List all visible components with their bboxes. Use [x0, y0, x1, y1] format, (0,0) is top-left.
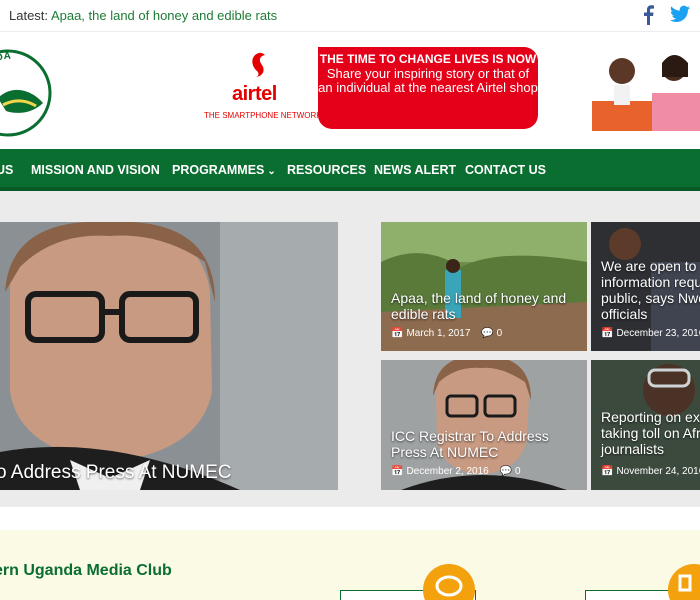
airtel-ad-brand: airtel THE SMARTPHONE NETWORK: [200, 47, 322, 129]
nav-item-contact-us[interactable]: CONTACT US: [465, 163, 546, 177]
featured-card-comments: 0: [496, 328, 503, 339]
featured-card[interactable]: Reporting on ex taking toll on Afr journ…: [591, 360, 700, 490]
featured-card[interactable]: ICC Registrar To Address Press At NUMEC …: [381, 360, 587, 490]
latest-ticker: Latest: Apaa, the land of honey and edib…: [9, 8, 277, 23]
featured-card-meta: 📅 December 23, 2016: [601, 328, 700, 339]
comment-icon: 💬: [481, 328, 494, 339]
featured-card-title[interactable]: Reporting on ex taking toll on Afr journ…: [601, 409, 700, 457]
featured-card-meta: 📅 March 1, 2017 💬 0: [391, 328, 502, 339]
featured-card-title[interactable]: We are open to information requ public, …: [601, 258, 700, 322]
latest-headline-link[interactable]: Apaa, the land of honey and edible rats: [51, 8, 277, 23]
main-nav: US MISSION AND VISION PROGRAMMES ⌄ RESOUR…: [0, 149, 700, 191]
featured-main-title[interactable]: o Address Press At NUMEC: [0, 462, 231, 484]
ad-body: Share your inspiring story or that of an…: [318, 66, 538, 95]
featured-card-title[interactable]: Apaa, the land of honey and edible rats: [391, 290, 581, 322]
featured-card[interactable]: Apaa, the land of honey and edible rats …: [381, 222, 587, 351]
nav-item-about-us[interactable]: US: [0, 163, 13, 177]
featured-card-title[interactable]: ICC Registrar To Address Press At NUMEC: [391, 428, 587, 460]
nav-item-programmes[interactable]: PROGRAMMES ⌄: [172, 163, 276, 177]
calendar-icon: 📅: [391, 328, 404, 339]
featured-card[interactable]: We are open to information requ public, …: [591, 222, 700, 351]
featured-card-date: December 2, 2016: [406, 466, 489, 477]
site-header: UGANDA airtel THE SMARTPHONE NETWORK THE…: [0, 33, 700, 149]
featured-card-meta: 📅 November 24, 2016: [601, 466, 700, 477]
svg-text:UGANDA: UGANDA: [0, 51, 11, 84]
chat-icon: [423, 564, 475, 600]
twitter-icon[interactable]: [670, 5, 690, 28]
club-title: ern Uganda Media Club: [0, 562, 172, 579]
nav-item-programmes-label: PROGRAMMES: [172, 163, 265, 177]
document-icon: [668, 564, 700, 600]
featured-posts: o Address Press At NUMEC Apaa, the land …: [0, 191, 700, 507]
nav-item-mission-and-vision[interactable]: MISSION AND VISION: [31, 163, 160, 177]
about-section: ern Uganda Media Club: [0, 530, 700, 600]
calendar-icon: 📅: [391, 466, 404, 477]
airtel-brand-text: airtel: [232, 83, 277, 105]
chevron-down-icon: ⌄: [267, 166, 276, 177]
nav-item-news-alert[interactable]: NEWS ALERT: [374, 163, 456, 177]
featured-card-date: November 24, 2016: [616, 466, 700, 477]
calendar-icon: 📅: [601, 466, 614, 477]
airtel-logo-icon: [252, 52, 265, 77]
featured-main-image: [0, 222, 338, 490]
ad-headline: THE TIME TO CHANGE LIVES IS NOW: [319, 52, 537, 66]
top-bar: Latest: Apaa, the land of honey and edib…: [0, 0, 700, 32]
facebook-icon[interactable]: [641, 5, 655, 30]
nav-item-resources[interactable]: RESOURCES: [287, 163, 366, 177]
featured-card-date: March 1, 2017: [406, 328, 471, 339]
airtel-ad-message: THE TIME TO CHANGE LIVES IS NOW Share yo…: [318, 47, 538, 129]
latest-label: Latest:: [9, 8, 49, 23]
airtel-ad-banner[interactable]: airtel THE SMARTPHONE NETWORK THE TIME T…: [200, 47, 538, 129]
comment-icon: 💬: [499, 466, 512, 477]
airtel-tagline: THE SMARTPHONE NETWORK: [204, 111, 322, 120]
featured-card-date: December 23, 2016: [616, 328, 700, 339]
calendar-icon: 📅: [601, 328, 614, 339]
featured-main-post[interactable]: o Address Press At NUMEC: [0, 222, 338, 490]
featured-card-comments: 0: [514, 466, 521, 477]
site-logo[interactable]: UGANDA: [0, 43, 58, 143]
ad-people-image: [592, 43, 700, 131]
featured-card-meta: 📅 December 2, 2016 💬 0: [391, 466, 521, 477]
